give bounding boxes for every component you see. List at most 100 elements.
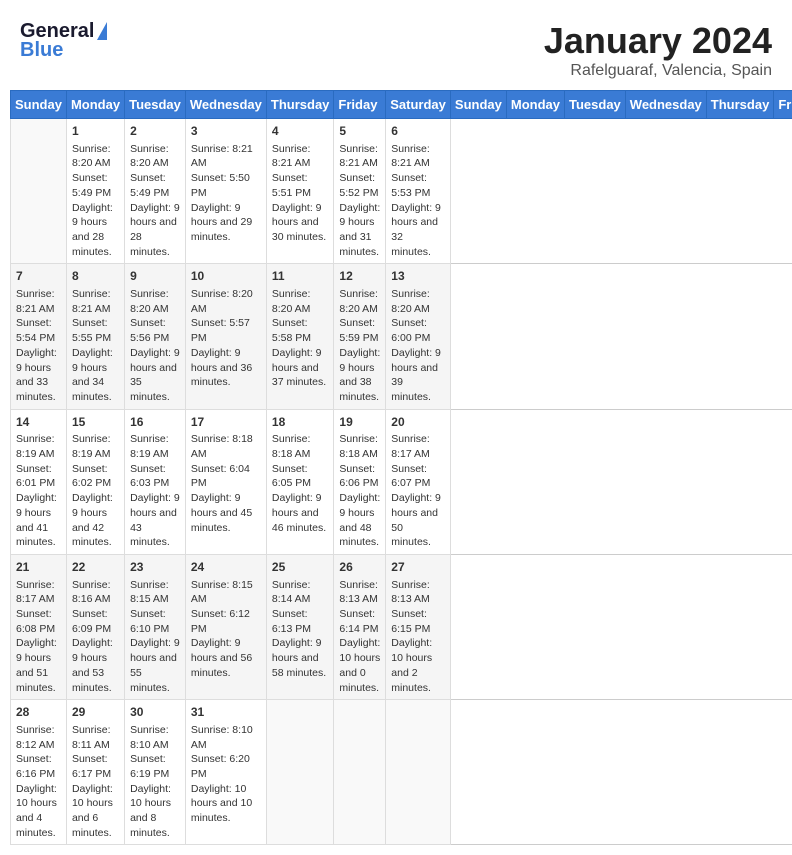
daylight-text: Daylight: 9 hours and 45 minutes.: [191, 491, 261, 535]
day-number: 3: [191, 123, 261, 140]
daylight-text: Daylight: 9 hours and 29 minutes.: [191, 201, 261, 245]
sunrise-text: Sunrise: 8:21 AM: [191, 142, 261, 171]
daylight-text: Daylight: 9 hours and 46 minutes.: [272, 491, 329, 535]
sunrise-text: Sunrise: 8:18 AM: [191, 432, 261, 461]
sunrise-text: Sunrise: 8:13 AM: [339, 578, 380, 607]
calendar-cell: 23Sunrise: 8:15 AMSunset: 6:10 PMDayligh…: [125, 554, 186, 699]
sunset-text: Sunset: 5:50 PM: [191, 171, 261, 200]
weekday-header-friday: Friday: [774, 91, 792, 119]
sunset-text: Sunset: 6:04 PM: [191, 462, 261, 491]
sunrise-text: Sunrise: 8:20 AM: [72, 142, 119, 171]
daylight-text: Daylight: 9 hours and 41 minutes.: [16, 491, 61, 550]
sunset-text: Sunset: 6:01 PM: [16, 462, 61, 491]
sunset-text: Sunset: 6:10 PM: [130, 607, 180, 636]
daylight-text: Daylight: 9 hours and 34 minutes.: [72, 346, 119, 405]
day-number: 25: [272, 559, 329, 576]
calendar-week-row: 21Sunrise: 8:17 AMSunset: 6:08 PMDayligh…: [11, 554, 792, 699]
calendar-cell: 1Sunrise: 8:20 AMSunset: 5:49 PMDaylight…: [66, 119, 124, 264]
calendar-cell: 25Sunrise: 8:14 AMSunset: 6:13 PMDayligh…: [266, 554, 334, 699]
day-number: 7: [16, 268, 61, 285]
calendar-cell: 14Sunrise: 8:19 AMSunset: 6:01 PMDayligh…: [11, 409, 67, 554]
daylight-text: Daylight: 9 hours and 35 minutes.: [130, 346, 180, 405]
sunrise-text: Sunrise: 8:19 AM: [16, 432, 61, 461]
day-number: 21: [16, 559, 61, 576]
daylight-text: Daylight: 10 hours and 6 minutes.: [72, 782, 119, 841]
sunset-text: Sunset: 5:58 PM: [272, 316, 329, 345]
day-number: 28: [16, 704, 61, 721]
daylight-text: Daylight: 9 hours and 33 minutes.: [16, 346, 61, 405]
location-text: Rafelguaraf, Valencia, Spain: [544, 62, 772, 80]
day-number: 18: [272, 414, 329, 431]
calendar-cell: 16Sunrise: 8:19 AMSunset: 6:03 PMDayligh…: [125, 409, 186, 554]
sunset-text: Sunset: 6:08 PM: [16, 607, 61, 636]
sunset-text: Sunset: 6:13 PM: [272, 607, 329, 636]
daylight-text: Daylight: 10 hours and 0 minutes.: [339, 636, 380, 695]
day-number: 11: [272, 268, 329, 285]
day-number: 15: [72, 414, 119, 431]
daylight-text: Daylight: 9 hours and 38 minutes.: [339, 346, 380, 405]
calendar-cell: 6Sunrise: 8:21 AMSunset: 5:53 PMDaylight…: [386, 119, 451, 264]
title-block: January 2024 Rafelguaraf, Valencia, Spai…: [544, 20, 772, 80]
calendar-cell: 18Sunrise: 8:18 AMSunset: 6:05 PMDayligh…: [266, 409, 334, 554]
page-header: General Blue January 2024 Rafelguaraf, V…: [10, 10, 782, 85]
sunrise-text: Sunrise: 8:19 AM: [72, 432, 119, 461]
sunset-text: Sunset: 5:53 PM: [391, 171, 445, 200]
calendar-cell: 30Sunrise: 8:10 AMSunset: 6:19 PMDayligh…: [125, 700, 186, 845]
calendar-cell: 22Sunrise: 8:16 AMSunset: 6:09 PMDayligh…: [66, 554, 124, 699]
day-number: 10: [191, 268, 261, 285]
sunset-text: Sunset: 5:49 PM: [72, 171, 119, 200]
day-number: 4: [272, 123, 329, 140]
header-tuesday: Tuesday: [125, 91, 186, 119]
weekday-header-tuesday: Tuesday: [565, 91, 626, 119]
daylight-text: Daylight: 9 hours and 32 minutes.: [391, 201, 445, 260]
calendar-cell: 15Sunrise: 8:19 AMSunset: 6:02 PMDayligh…: [66, 409, 124, 554]
sunset-text: Sunset: 6:07 PM: [391, 462, 445, 491]
day-number: 20: [391, 414, 445, 431]
day-number: 26: [339, 559, 380, 576]
sunrise-text: Sunrise: 8:12 AM: [16, 723, 61, 752]
sunset-text: Sunset: 6:16 PM: [16, 752, 61, 781]
sunrise-text: Sunrise: 8:10 AM: [191, 723, 261, 752]
daylight-text: Daylight: 9 hours and 56 minutes.: [191, 636, 261, 680]
day-number: 27: [391, 559, 445, 576]
sunset-text: Sunset: 6:05 PM: [272, 462, 329, 491]
calendar-header-row: SundayMondayTuesdayWednesdayThursdayFrid…: [11, 91, 792, 119]
sunset-text: Sunset: 5:51 PM: [272, 171, 329, 200]
calendar-cell: 13Sunrise: 8:20 AMSunset: 6:00 PMDayligh…: [386, 264, 451, 409]
sunrise-text: Sunrise: 8:20 AM: [130, 142, 180, 171]
daylight-text: Daylight: 9 hours and 50 minutes.: [391, 491, 445, 550]
sunset-text: Sunset: 6:02 PM: [72, 462, 119, 491]
day-number: 31: [191, 704, 261, 721]
calendar-cell: 12Sunrise: 8:20 AMSunset: 5:59 PMDayligh…: [334, 264, 386, 409]
daylight-text: Daylight: 9 hours and 51 minutes.: [16, 636, 61, 695]
daylight-text: Daylight: 10 hours and 10 minutes.: [191, 782, 261, 826]
sunrise-text: Sunrise: 8:20 AM: [339, 287, 380, 316]
day-number: 5: [339, 123, 380, 140]
sunrise-text: Sunrise: 8:17 AM: [16, 578, 61, 607]
sunrise-text: Sunrise: 8:10 AM: [130, 723, 180, 752]
daylight-text: Daylight: 9 hours and 58 minutes.: [272, 636, 329, 680]
sunset-text: Sunset: 6:19 PM: [130, 752, 180, 781]
daylight-text: Daylight: 9 hours and 36 minutes.: [191, 346, 261, 390]
calendar-cell: [266, 700, 334, 845]
day-number: 17: [191, 414, 261, 431]
day-number: 23: [130, 559, 180, 576]
logo-text: General Blue: [20, 20, 107, 62]
sunrise-text: Sunrise: 8:20 AM: [391, 287, 445, 316]
calendar-week-row: 28 Sunrise: 8:12 AMSunset: 6:16 PM Dayligh…: [11, 700, 792, 845]
daylight-text: Daylight: 9 hours and 28 minutes.: [130, 201, 180, 260]
calendar-cell: 20Sunrise: 8:17 AMSunset: 6:07 PMDayligh…: [386, 409, 451, 554]
day-number: 1: [72, 123, 119, 140]
calendar-cell: 21 Sunrise: 8:17 AMSunset: 6:08 PMDayligh…: [11, 554, 67, 699]
sunset-text: Sunset: 5:49 PM: [130, 171, 180, 200]
day-number: 9: [130, 268, 180, 285]
sunrise-text: Sunrise: 8:13 AM: [391, 578, 445, 607]
sunset-text: Sunset: 5:54 PM: [16, 316, 61, 345]
calendar-cell: 11Sunrise: 8:20 AMSunset: 5:58 PMDayligh…: [266, 264, 334, 409]
sunset-text: Sunset: 5:52 PM: [339, 171, 380, 200]
sunset-text: Sunset: 6:14 PM: [339, 607, 380, 636]
sunrise-text: Sunrise: 8:21 AM: [391, 142, 445, 171]
sunrise-text: Sunrise: 8:19 AM: [130, 432, 180, 461]
calendar-cell: 10Sunrise: 8:20 AMSunset: 5:57 PMDayligh…: [185, 264, 266, 409]
header-monday: Monday: [66, 91, 124, 119]
